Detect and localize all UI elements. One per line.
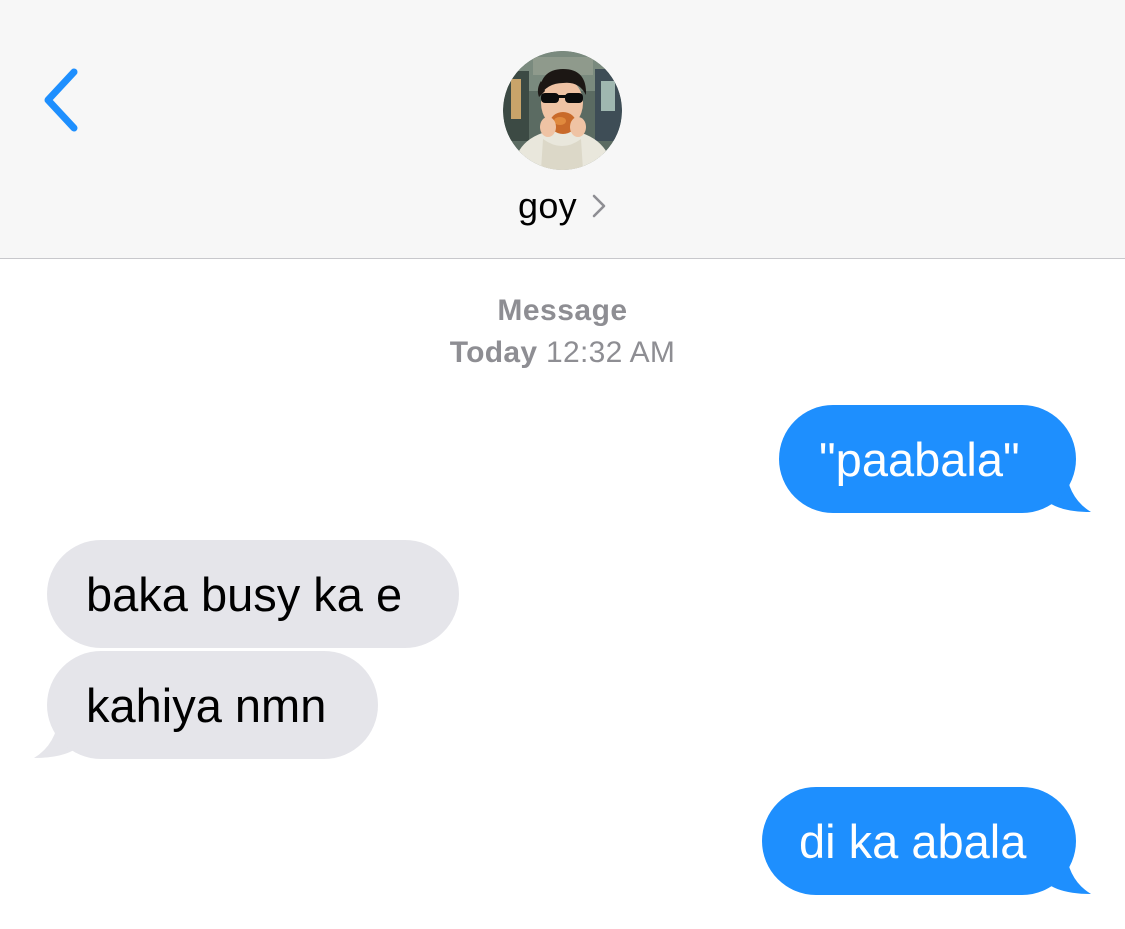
conversation-header: goy: [0, 0, 1125, 259]
message-bubble-received[interactable]: baka busy ka e: [47, 540, 459, 648]
message-text: di ka abala: [799, 814, 1027, 868]
back-button[interactable]: [30, 58, 90, 142]
message-bubble-received[interactable]: kahiya nmn: [47, 651, 378, 759]
messages-screen: goy Message Today 12:32 AM "paabala" bak…: [0, 0, 1125, 929]
message-text: baka busy ka e: [86, 567, 403, 621]
timestamp-day: Today: [449, 336, 538, 369]
message-bubble-sent[interactable]: di ka abala: [762, 787, 1076, 895]
message-text: "paabala": [819, 432, 1020, 486]
message-text: kahiya nmn: [86, 678, 327, 732]
message-bubble-sent[interactable]: "paabala": [779, 405, 1076, 513]
message-timestamp: Today 12:32 AM: [0, 336, 1125, 370]
contact-name: goy: [518, 185, 577, 226]
chevron-right-icon: [592, 194, 606, 218]
contact-name-button[interactable]: goy: [0, 183, 1125, 229]
service-label: Message: [497, 294, 628, 327]
chevron-left-icon: [44, 68, 78, 132]
avatar-photo: [503, 51, 622, 170]
contact-avatar[interactable]: [503, 51, 622, 170]
timestamp-time: 12:32 AM: [546, 336, 676, 369]
